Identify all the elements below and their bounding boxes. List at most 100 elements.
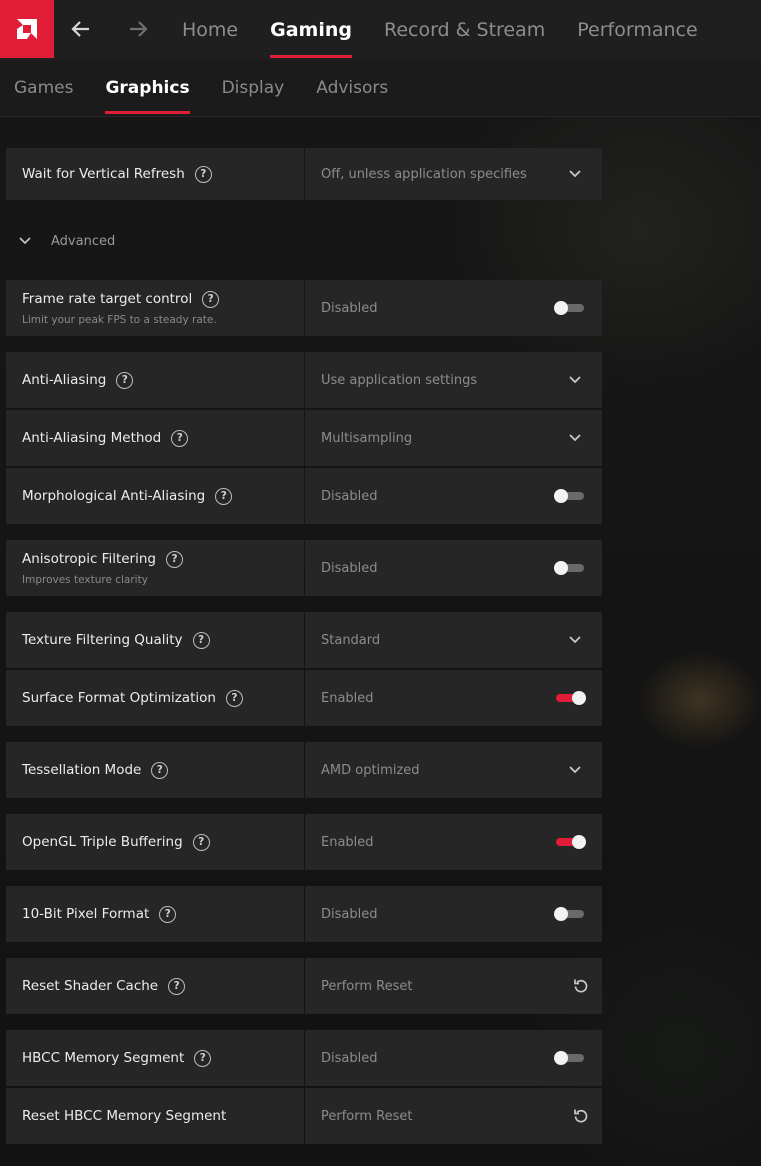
chevron-down-icon[interactable] <box>568 431 582 445</box>
setting-label-line: Reset Shader Cache? <box>22 977 304 995</box>
setting-value-cell[interactable]: Disabled <box>305 540 602 596</box>
setting-label: Anti-Aliasing <box>22 372 107 388</box>
help-icon[interactable]: ? <box>194 165 212 183</box>
setting-row-reset-hbcc-memory-segment: Reset HBCC Memory Segment Perform Reset <box>6 1088 602 1144</box>
setting-label: Tessellation Mode <box>22 762 142 778</box>
setting-value: Enabled <box>321 834 374 850</box>
setting-value-cell[interactable]: Standard <box>305 612 602 668</box>
setting-label-line: Reset HBCC Memory Segment <box>22 1108 304 1124</box>
setting-label: Morphological Anti-Aliasing <box>22 488 206 504</box>
help-icon[interactable]: ? <box>168 977 186 995</box>
setting-label-cell: Frame rate target control? Limit your pea… <box>6 280 304 336</box>
setting-value-cell[interactable]: Perform Reset <box>305 1088 602 1144</box>
reset-icon[interactable] <box>572 1107 590 1125</box>
tab-home[interactable]: Home <box>166 0 254 60</box>
setting-label-line: Wait for Vertical Refresh? <box>22 165 304 183</box>
help-icon[interactable]: ? <box>192 631 210 649</box>
setting-value: AMD optimized <box>321 762 420 778</box>
chevron-down-icon[interactable] <box>568 167 582 181</box>
setting-value-cell[interactable]: Enabled <box>305 670 602 726</box>
toggle-knob <box>572 691 586 705</box>
subtab-advisors[interactable]: Advisors <box>300 60 404 116</box>
setting-value-cell[interactable]: Use application settings <box>305 352 602 408</box>
setting-value-cell[interactable]: Disabled <box>305 886 602 942</box>
setting-value-cell[interactable]: Off, unless application specifies <box>305 148 602 200</box>
amd-logo-icon[interactable] <box>0 0 54 58</box>
setting-value-cell[interactable]: Perform Reset <box>305 958 602 1014</box>
back-arrow-icon[interactable] <box>69 17 93 41</box>
toggle-switch[interactable] <box>554 489 586 503</box>
toggle-switch[interactable] <box>554 691 586 705</box>
setting-label-cell: Reset HBCC Memory Segment <box>6 1088 304 1144</box>
toggle-switch[interactable] <box>554 561 586 575</box>
setting-label-cell: Morphological Anti-Aliasing? <box>6 468 304 524</box>
setting-label-line: Anti-Aliasing Method? <box>22 429 304 447</box>
toggle-knob <box>554 907 568 921</box>
toggle-switch[interactable] <box>554 1051 586 1065</box>
toggle-knob <box>554 489 568 503</box>
help-icon[interactable]: ? <box>166 550 183 568</box>
chevron-down-icon[interactable] <box>568 633 582 647</box>
setting-row-anti-aliasing: Anti-Aliasing? Use application settings <box>6 352 602 408</box>
subtab-graphics[interactable]: Graphics <box>89 60 205 116</box>
setting-label-cell: Anti-Aliasing Method? <box>6 410 304 466</box>
setting-label-cell: Reset Shader Cache? <box>6 958 304 1014</box>
setting-value-cell[interactable]: Disabled <box>305 280 602 336</box>
reset-icon[interactable] <box>572 977 590 995</box>
setting-value: Perform Reset <box>321 978 413 994</box>
setting-description: Improves texture clarity <box>22 573 148 586</box>
help-icon[interactable]: ? <box>225 689 243 707</box>
sub-navigation: Games Graphics Display Advisors <box>0 60 404 116</box>
setting-label-line: Frame rate target control? <box>22 290 304 308</box>
toggle-knob <box>554 561 568 575</box>
toggle-switch[interactable] <box>554 301 586 315</box>
setting-value-cell[interactable]: Enabled <box>305 814 602 870</box>
setting-row-frame-rate-target-control: Frame rate target control? Limit your pea… <box>6 280 602 336</box>
setting-label: Reset Shader Cache <box>22 978 159 994</box>
advanced-label: Advanced <box>51 233 116 249</box>
setting-value-cell[interactable]: Disabled <box>305 1030 602 1086</box>
setting-description: Limit your peak FPS to a steady rate. <box>22 313 217 326</box>
setting-value: Disabled <box>321 906 378 922</box>
setting-label-line: Anisotropic Filtering? <box>22 550 304 568</box>
setting-value-cell[interactable]: AMD optimized <box>305 742 602 798</box>
forward-arrow-icon[interactable] <box>126 17 150 41</box>
chevron-down-icon[interactable] <box>568 763 582 777</box>
setting-row-anti-aliasing-method: Anti-Aliasing Method? Multisampling <box>6 410 602 466</box>
advanced-section-toggle[interactable]: Advanced <box>18 230 115 252</box>
toggle-switch[interactable] <box>554 907 586 921</box>
tab-gaming[interactable]: Gaming <box>254 0 368 60</box>
setting-label-line: Surface Format Optimization? <box>22 689 304 707</box>
setting-label: Surface Format Optimization <box>22 690 216 706</box>
help-icon[interactable]: ? <box>192 833 210 851</box>
setting-value-cell[interactable]: Multisampling <box>305 410 602 466</box>
tab-record-stream[interactable]: Record & Stream <box>368 0 561 60</box>
setting-value: Enabled <box>321 690 374 706</box>
setting-label: OpenGL Triple Buffering <box>22 834 183 850</box>
setting-label-cell: 10-Bit Pixel Format? <box>6 886 304 942</box>
help-icon[interactable]: ? <box>159 905 177 923</box>
setting-label-line: 10-Bit Pixel Format? <box>22 905 304 923</box>
subtab-games[interactable]: Games <box>0 60 89 116</box>
setting-label-line: Tessellation Mode? <box>22 761 304 779</box>
setting-row-10-bit-pixel-format: 10-Bit Pixel Format? Disabled <box>6 886 602 942</box>
help-icon[interactable]: ? <box>202 290 220 308</box>
help-icon[interactable]: ? <box>171 429 189 447</box>
toggle-switch[interactable] <box>554 835 586 849</box>
help-icon[interactable]: ? <box>215 487 233 505</box>
subtab-display[interactable]: Display <box>206 60 301 116</box>
setting-label: Reset HBCC Memory Segment <box>22 1108 227 1124</box>
help-icon[interactable]: ? <box>151 761 169 779</box>
setting-label-cell: OpenGL Triple Buffering? <box>6 814 304 870</box>
help-icon[interactable]: ? <box>194 1049 212 1067</box>
tab-performance[interactable]: Performance <box>561 0 713 60</box>
toggle-knob <box>554 301 568 315</box>
chevron-down-icon[interactable] <box>568 373 582 387</box>
setting-value: Use application settings <box>321 372 478 388</box>
setting-value: Perform Reset <box>321 1108 413 1124</box>
setting-label-cell: Anti-Aliasing? <box>6 352 304 408</box>
help-icon[interactable]: ? <box>116 371 134 389</box>
setting-label-cell: Anisotropic Filtering? Improves texture c… <box>6 540 304 596</box>
setting-value: Disabled <box>321 488 378 504</box>
setting-value-cell[interactable]: Disabled <box>305 468 602 524</box>
